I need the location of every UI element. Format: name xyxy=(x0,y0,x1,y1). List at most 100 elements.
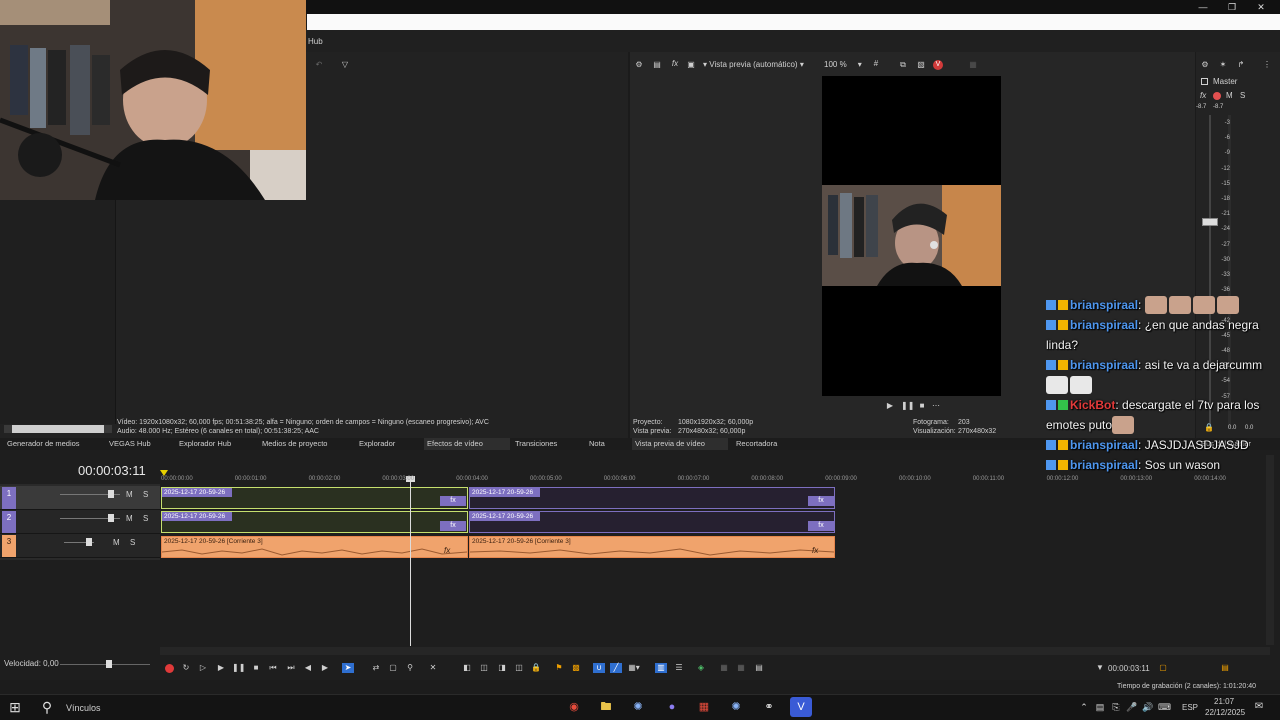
master-checkbox[interactable] xyxy=(1201,78,1208,85)
video-clip-track1-a[interactable]: 2025-12-17 20-59-26 xyxy=(161,487,468,509)
audio-clip-a[interactable]: 2025-12-17 20-59-26 [Corriente 3] xyxy=(161,536,468,558)
mixer-gear-icon[interactable]: ⚙ xyxy=(1200,60,1210,69)
trim-start-icon[interactable]: ◧ xyxy=(461,663,473,673)
master-fx-chain-icon[interactable] xyxy=(1213,92,1221,100)
ripple-edit-icon[interactable]: ▦▾ xyxy=(628,663,640,673)
file-explorer-icon[interactable]: 🖿 xyxy=(595,697,617,717)
audio-follow-icon[interactable]: ◈ xyxy=(695,663,707,673)
external-monitor-icon[interactable]: ▤ xyxy=(652,60,662,69)
undo-icon[interactable]: ↶ xyxy=(314,60,324,69)
track-3-level-handle[interactable] xyxy=(86,538,92,546)
zoom-tool-icon[interactable]: ⚲ xyxy=(404,663,416,673)
vegas-icon[interactable]: V xyxy=(933,60,943,70)
audio-clip-fx[interactable]: fx xyxy=(444,546,450,555)
speed-slider-handle[interactable] xyxy=(106,660,112,668)
close-icon[interactable]: ✕ xyxy=(1254,1,1268,13)
chrome-icon[interactable]: ◉ xyxy=(563,697,585,717)
minimize-icon[interactable]: — xyxy=(1196,1,1210,13)
region-icon[interactable]: ▩ xyxy=(570,663,582,673)
track-2-level-handle[interactable] xyxy=(108,514,114,522)
tab-hub-explorer[interactable]: Explorador Hub xyxy=(176,438,234,450)
preview-play-icon[interactable]: ▶ xyxy=(885,401,895,410)
pause-icon[interactable]: ❚❚ xyxy=(232,663,245,673)
selection-tool-icon[interactable]: ▢ xyxy=(387,663,399,673)
stop-icon[interactable]: ■ xyxy=(250,663,262,673)
gear-icon[interactable]: ⚙ xyxy=(634,60,644,69)
discord-icon[interactable]: ● xyxy=(661,697,683,717)
notifications-icon[interactable]: ✉ xyxy=(1252,697,1266,717)
clip-fx-button[interactable]: fx xyxy=(808,521,834,531)
track-2-solo[interactable]: S xyxy=(143,514,148,523)
more-options-icon[interactable]: ⋯ xyxy=(930,401,942,410)
tray-date[interactable]: 22/12/2025 xyxy=(1205,708,1245,717)
track-header-2[interactable]: 2 M S xyxy=(0,510,160,534)
play-icon[interactable]: ▶ xyxy=(215,663,227,673)
tab-vegas-hub[interactable]: VEGAS Hub xyxy=(106,438,154,450)
split-icon[interactable]: ◫ xyxy=(478,663,490,673)
obs-icon[interactable]: ⚭ xyxy=(758,697,780,717)
mixer-downmix-icon[interactable]: ↱ xyxy=(1236,60,1246,69)
search-icon[interactable]: ⚲ xyxy=(36,697,58,717)
master-solo-button[interactable]: S xyxy=(1240,91,1245,100)
video-app-icon[interactable]: ▦ xyxy=(693,697,715,717)
next-frame-icon[interactable]: ▶ xyxy=(319,663,331,673)
layout-icon[interactable]: ▦ xyxy=(968,60,978,69)
restore-icon[interactable]: ❐ xyxy=(1225,1,1239,13)
marker-icon[interactable]: ⚑ xyxy=(553,663,565,673)
track-3-mute[interactable]: M xyxy=(113,538,120,547)
track-header-1[interactable]: 1 M S xyxy=(0,486,160,510)
vegas-taskbar-icon[interactable]: V xyxy=(790,697,812,717)
region-length-icon[interactable]: ▤ xyxy=(1219,663,1231,673)
zoom-select[interactable]: 100 % ▾ xyxy=(824,60,862,69)
tab-explorer[interactable]: Explorador xyxy=(356,438,398,450)
track-1-solo[interactable]: S xyxy=(143,490,148,499)
steam-icon[interactable]: ✺ xyxy=(627,697,649,717)
track-1-level-handle[interactable] xyxy=(108,490,114,498)
preview-quality-select[interactable]: ▾ Vista previa (automático) ▾ xyxy=(703,60,804,69)
audio-clip-b[interactable]: 2025-12-17 20-59-26 [Corriente 3] xyxy=(469,536,835,558)
record-icon[interactable] xyxy=(165,664,174,673)
normal-edit-tool-icon[interactable]: ➤ xyxy=(342,663,354,673)
tray-chevron-icon[interactable]: ⌃ xyxy=(1078,697,1090,717)
steam-alt-icon[interactable]: ✺ xyxy=(725,697,747,717)
video-clip-track1-b[interactable]: 2025-12-17 20-59-26 xyxy=(469,487,835,509)
multicam-icon[interactable]: ▤ xyxy=(753,663,765,673)
go-to-end-icon[interactable]: ⏭ xyxy=(285,663,297,673)
taskbar-links[interactable]: Vínculos xyxy=(66,703,101,713)
filter-icon[interactable]: ▽ xyxy=(340,60,350,69)
tray-network-icon[interactable]: ▤ xyxy=(1094,697,1106,717)
speed-slider[interactable] xyxy=(60,664,150,665)
tray-language[interactable]: ESP xyxy=(1182,703,1198,712)
copy-snapshot-icon[interactable]: ⧉ xyxy=(898,60,908,70)
snapping-icon[interactable]: ∪ xyxy=(593,663,605,673)
track-1-mute[interactable]: M xyxy=(126,490,133,499)
trim-icon[interactable]: ◫ xyxy=(513,663,525,673)
track-2-mute[interactable]: M xyxy=(126,514,133,523)
tab-transitions[interactable]: Transiciones xyxy=(512,438,560,450)
tab-project-media[interactable]: Medios de proyecto xyxy=(259,438,330,450)
clip-fx-button[interactable]: fx xyxy=(808,496,834,506)
tray-time[interactable]: 21:07 xyxy=(1214,697,1234,706)
envelope-tool-icon[interactable]: ⇄ xyxy=(370,663,382,673)
lock-ripple-icon[interactable]: ▥ xyxy=(655,663,667,673)
grid-overlay-icon[interactable]: # xyxy=(871,59,881,68)
tab-notes[interactable]: Nota xyxy=(586,438,608,450)
split-screen-icon[interactable]: ▣ xyxy=(686,60,696,69)
ungroup-icon[interactable]: ▦ xyxy=(718,663,730,673)
tab-trimmer[interactable]: Recortadora xyxy=(733,438,780,450)
video-clip-track2-b[interactable]: 2025-12-17 20-59-26 xyxy=(469,511,835,533)
tab-media-generators[interactable]: Generador de medios xyxy=(4,438,83,450)
loop-icon[interactable]: ↻ xyxy=(180,663,192,673)
master-fader-handle[interactable] xyxy=(1202,218,1218,226)
menu-item-hub[interactable]: Hub xyxy=(308,37,323,46)
tray-keyboard-icon[interactable]: ⌨ xyxy=(1158,697,1171,717)
track-3-solo[interactable]: S xyxy=(130,538,135,547)
mixer-more-icon[interactable]: ⋮ xyxy=(1262,60,1272,69)
tray-mic-icon[interactable]: 🎤 xyxy=(1126,697,1138,717)
preview-stop-icon[interactable]: ■ xyxy=(917,401,927,410)
tray-usb-icon[interactable]: ⎘ xyxy=(1110,697,1122,717)
master-mute-button[interactable]: M xyxy=(1226,91,1233,100)
tab-video-preview[interactable]: Vista previa de vídeo xyxy=(632,438,728,450)
play-from-start-icon[interactable]: ▷ xyxy=(197,663,209,673)
windows-start-icon[interactable]: ⊞ xyxy=(4,697,26,717)
